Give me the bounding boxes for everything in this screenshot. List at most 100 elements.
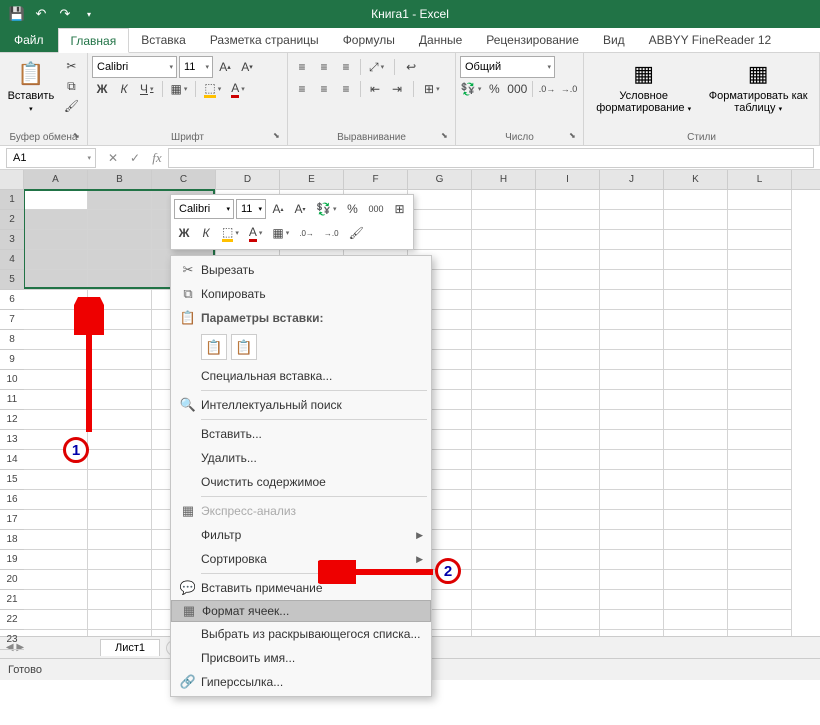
- cell[interactable]: [24, 290, 88, 310]
- cell[interactable]: [88, 490, 152, 510]
- cell[interactable]: [88, 410, 152, 430]
- mini-accounting[interactable]: 💱: [312, 199, 340, 219]
- redo-button[interactable]: ↷: [54, 3, 76, 25]
- cell[interactable]: [600, 270, 664, 290]
- cell[interactable]: [728, 590, 792, 610]
- fill-color-button[interactable]: ⬚: [200, 79, 225, 99]
- cell[interactable]: [472, 190, 536, 210]
- cell[interactable]: [24, 550, 88, 570]
- number-format-combo[interactable]: Общий: [460, 56, 555, 78]
- menu-filter[interactable]: Фильтр▶: [171, 523, 431, 547]
- row-header[interactable]: 1: [0, 190, 24, 210]
- cell[interactable]: [472, 590, 536, 610]
- cell[interactable]: [664, 390, 728, 410]
- menu-insert[interactable]: Вставить...: [171, 422, 431, 446]
- cell[interactable]: [408, 230, 472, 250]
- cell[interactable]: [24, 430, 88, 450]
- row-header[interactable]: 10: [0, 370, 24, 390]
- cell[interactable]: [728, 330, 792, 350]
- cell[interactable]: [88, 250, 152, 270]
- cell[interactable]: [600, 470, 664, 490]
- cell[interactable]: [88, 430, 152, 450]
- cell[interactable]: [664, 570, 728, 590]
- cell[interactable]: [664, 490, 728, 510]
- mini-italic[interactable]: К: [196, 223, 216, 243]
- cell[interactable]: [600, 390, 664, 410]
- cell[interactable]: [88, 530, 152, 550]
- cell[interactable]: [472, 530, 536, 550]
- cell[interactable]: [472, 270, 536, 290]
- cell[interactable]: [664, 530, 728, 550]
- align-bottom-button[interactable]: ≡: [336, 57, 356, 77]
- file-tab[interactable]: Файл: [0, 27, 58, 52]
- cell[interactable]: [664, 290, 728, 310]
- cell[interactable]: [536, 430, 600, 450]
- menu-hyperlink[interactable]: 🔗Гиперссылка...: [171, 670, 431, 694]
- cell[interactable]: [536, 370, 600, 390]
- cell[interactable]: [24, 190, 88, 210]
- cell[interactable]: [472, 490, 536, 510]
- cell[interactable]: [536, 450, 600, 470]
- mini-fill-color[interactable]: ⬚: [218, 223, 243, 243]
- row-header[interactable]: 13: [0, 430, 24, 450]
- mini-shrink-font[interactable]: A▾: [290, 199, 310, 219]
- cell[interactable]: [536, 410, 600, 430]
- cell[interactable]: [536, 290, 600, 310]
- row-header[interactable]: 15: [0, 470, 24, 490]
- cell[interactable]: [24, 470, 88, 490]
- mini-dec-decimal[interactable]: →.0: [320, 223, 343, 243]
- comma-button[interactable]: 000: [506, 79, 528, 99]
- cell[interactable]: [472, 570, 536, 590]
- underline-button[interactable]: Ч: [136, 79, 158, 99]
- menu-clear[interactable]: Очистить содержимое: [171, 470, 431, 494]
- cell[interactable]: [600, 190, 664, 210]
- cell[interactable]: [88, 230, 152, 250]
- mini-bold[interactable]: Ж: [174, 223, 194, 243]
- cell[interactable]: [88, 270, 152, 290]
- cell[interactable]: [472, 230, 536, 250]
- row-header[interactable]: 18: [0, 530, 24, 550]
- cancel-formula-button[interactable]: ✕: [102, 148, 124, 168]
- cell[interactable]: [24, 210, 88, 230]
- save-button[interactable]: 💾: [6, 3, 28, 25]
- number-launcher[interactable]: ⬊: [569, 131, 581, 143]
- row-header[interactable]: 8: [0, 330, 24, 350]
- cell[interactable]: [88, 290, 152, 310]
- cell[interactable]: [600, 250, 664, 270]
- column-header[interactable]: J: [600, 170, 664, 189]
- formula-input[interactable]: [168, 148, 814, 168]
- cell[interactable]: [664, 470, 728, 490]
- undo-button[interactable]: ↶: [30, 3, 52, 25]
- font-size-combo[interactable]: 11: [179, 56, 213, 78]
- cell[interactable]: [88, 350, 152, 370]
- decrease-indent-button[interactable]: ⇤: [365, 79, 385, 99]
- cell[interactable]: [600, 310, 664, 330]
- cell[interactable]: [600, 230, 664, 250]
- cell[interactable]: [24, 410, 88, 430]
- format-as-table-button[interactable]: ▦ Форматировать как таблицу ▾: [701, 56, 815, 130]
- cell[interactable]: [472, 370, 536, 390]
- column-header[interactable]: K: [664, 170, 728, 189]
- tab-page-layout[interactable]: Разметка страницы: [198, 27, 331, 52]
- cell[interactable]: [728, 450, 792, 470]
- cell[interactable]: [728, 510, 792, 530]
- decrease-decimal-button[interactable]: →.0: [559, 79, 579, 99]
- cell[interactable]: [728, 530, 792, 550]
- select-all-corner[interactable]: [0, 170, 24, 190]
- cell[interactable]: [24, 530, 88, 550]
- cell[interactable]: [728, 610, 792, 630]
- mini-font-size[interactable]: 11: [236, 199, 266, 219]
- cell[interactable]: [472, 410, 536, 430]
- cell[interactable]: [24, 570, 88, 590]
- align-center-button[interactable]: ≡: [314, 79, 334, 99]
- cell[interactable]: [88, 310, 152, 330]
- alignment-launcher[interactable]: ⬊: [441, 131, 453, 143]
- menu-cut[interactable]: ✂Вырезать: [171, 258, 431, 282]
- cell[interactable]: [536, 390, 600, 410]
- tab-home[interactable]: Главная: [58, 28, 130, 53]
- cell[interactable]: [88, 390, 152, 410]
- row-header[interactable]: 12: [0, 410, 24, 430]
- cell[interactable]: [600, 450, 664, 470]
- bold-button[interactable]: Ж: [92, 79, 112, 99]
- row-header[interactable]: 4: [0, 250, 24, 270]
